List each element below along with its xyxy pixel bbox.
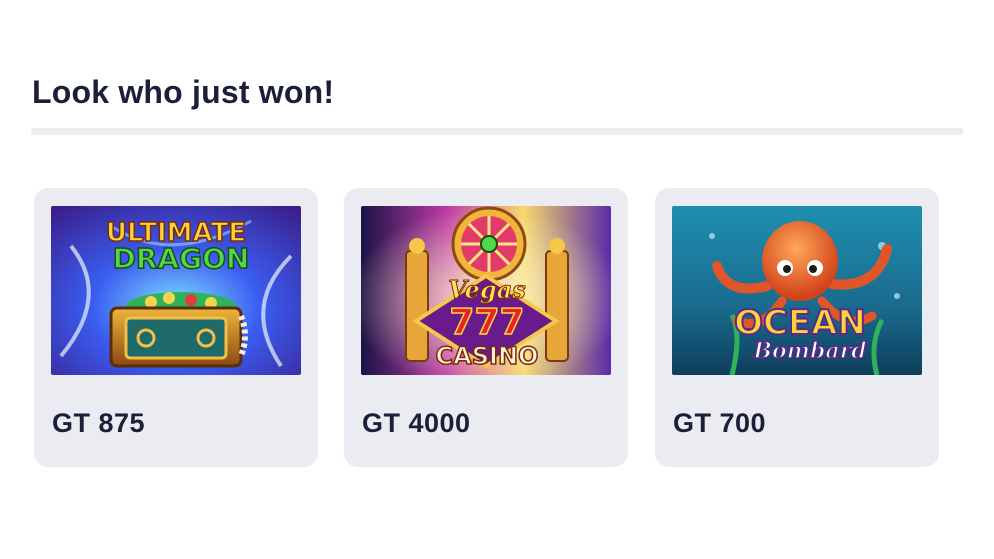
- ultimate-dragon-art: ULTIMATE DRAGON: [51, 206, 301, 375]
- win-amount: GT 875: [52, 408, 146, 438]
- game-logo-line-2: 777: [449, 302, 524, 343]
- section-divider: [31, 128, 963, 135]
- vegas-777-art: Vegas 777 CASINO: [361, 206, 611, 375]
- game-thumbnail-ultimate-dragon[interactable]: ULTIMATE DRAGON: [51, 206, 301, 375]
- winner-card-vegas-777[interactable]: Vegas 777 CASINO GT 4000: [344, 188, 628, 467]
- win-amount: GT 700: [673, 408, 767, 438]
- winner-card-ocean-bombard[interactable]: OCEAN Bombard GT 700: [655, 188, 939, 467]
- game-logo-line-1: OCEAN: [734, 303, 866, 343]
- winner-card-ultimate-dragon[interactable]: ULTIMATE DRAGON GT 875: [34, 188, 318, 467]
- game-logo-line-3: CASINO: [436, 342, 539, 370]
- game-thumbnail-ocean-bombard[interactable]: OCEAN Bombard: [672, 206, 922, 375]
- win-amount: GT 4000: [362, 408, 471, 438]
- section-title: Look who just won!: [32, 74, 335, 110]
- game-logo-line-2: DRAGON: [113, 242, 250, 275]
- game-logo-line-2: Bombard: [752, 338, 866, 364]
- game-thumbnail-vegas-777[interactable]: Vegas 777 CASINO: [361, 206, 611, 375]
- game-logo-line-1: Vegas: [448, 275, 526, 304]
- ocean-bombard-art: OCEAN Bombard: [672, 206, 922, 375]
